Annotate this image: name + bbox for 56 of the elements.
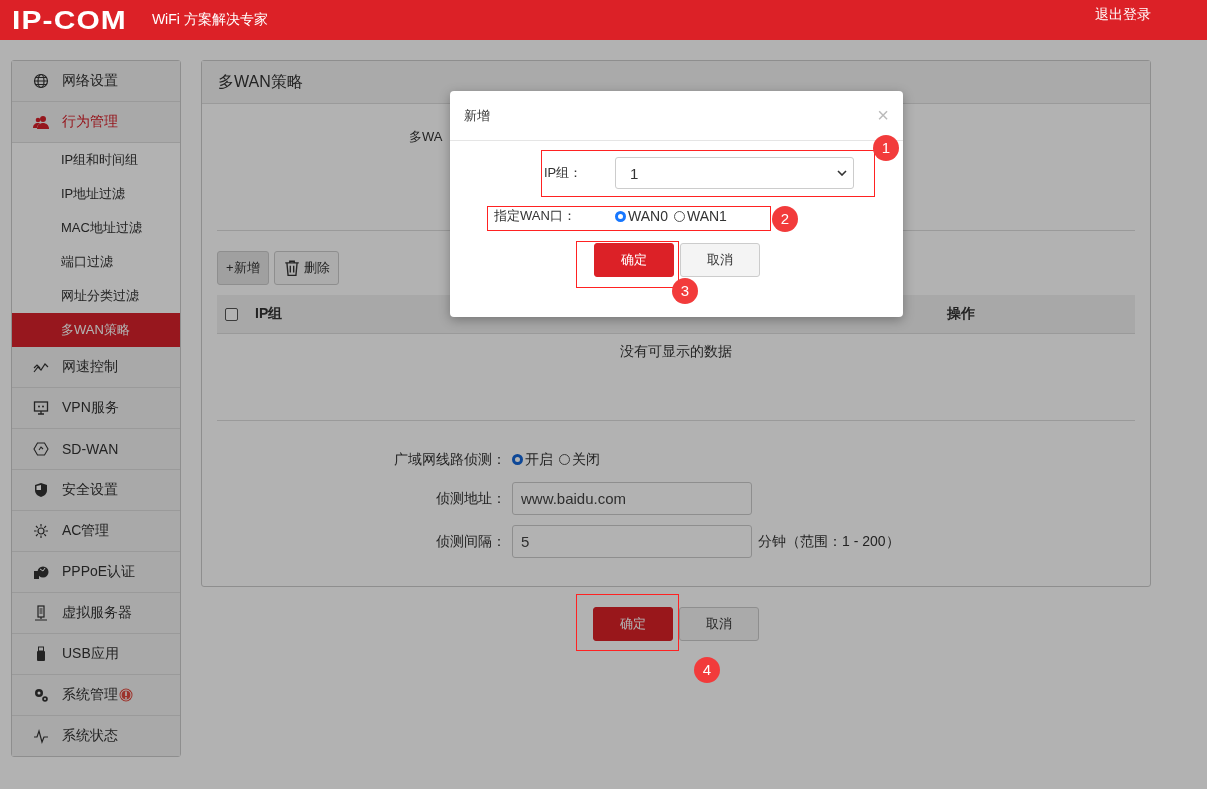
interval-field[interactable]: 5	[512, 525, 752, 558]
nav-item[interactable]: AC管理	[12, 511, 180, 552]
nav-item[interactable]: 系统管理	[12, 675, 180, 716]
nav-item[interactable]: PPPoE认证	[12, 552, 180, 593]
field-label: IP组：	[544, 164, 584, 182]
confirm-button[interactable]: 确定	[593, 607, 673, 641]
users-icon	[33, 114, 49, 130]
cancel-button[interactable]: 取消	[679, 607, 759, 641]
nav-item[interactable]: 网络设置	[12, 61, 180, 102]
nav-item[interactable]: USB应用	[12, 634, 180, 675]
hexagon-icon	[33, 441, 49, 457]
radio-label: WAN1	[686, 208, 727, 224]
column-header: 操作	[947, 305, 975, 323]
trash-icon	[282, 259, 301, 277]
field-label: 广域网线路侦测：	[393, 450, 507, 469]
dialog-title: 新增	[464, 106, 490, 125]
field-label: 侦测地址：	[435, 489, 507, 508]
select-all-checkbox[interactable]	[225, 307, 238, 321]
field-label: 侦测间隔：	[435, 532, 507, 551]
tagline: WiFi 方案解决专家	[151, 11, 268, 29]
setting-label: 多WA	[409, 128, 443, 146]
nav-item[interactable]: SD-WAN	[12, 429, 180, 470]
delete-button[interactable]: 删除	[273, 251, 339, 285]
chevron-down-icon	[837, 170, 847, 176]
nav-item[interactable]: 虚拟服务器	[12, 593, 180, 634]
nav-item[interactable]: 行为管理	[12, 102, 180, 143]
column-header: IP组	[255, 305, 283, 323]
radio-label: 关闭	[572, 450, 600, 469]
sub-nav-item[interactable]: 多WAN策略	[12, 313, 180, 347]
server-icon	[33, 605, 49, 621]
radio-button[interactable]	[559, 454, 570, 465]
cancel-button[interactable]: 取消	[680, 243, 760, 277]
radio-button[interactable]	[615, 210, 626, 222]
nav-item[interactable]: 安全设置	[12, 470, 180, 511]
radio-button[interactable]	[512, 454, 523, 465]
nav-item[interactable]: VPN服务	[12, 388, 180, 429]
monitor-icon	[33, 400, 49, 416]
empty-message: 没有可显示的数据	[619, 342, 733, 361]
logo: IP-COM	[12, 4, 127, 36]
confirm-button[interactable]: 确定	[594, 243, 674, 277]
logout-link[interactable]: 退出登录	[1095, 6, 1151, 24]
unit-hint: 分钟（范围：1 - 200）	[758, 532, 900, 551]
radio-label: WAN0	[628, 208, 668, 224]
globe-icon	[33, 73, 49, 89]
ip-group-select[interactable]: 1	[615, 157, 854, 189]
address-field[interactable]: www.baidu.com	[512, 482, 752, 515]
step-number: 4	[694, 657, 720, 683]
nav-item[interactable]: 系统状态	[12, 716, 180, 756]
radio-button[interactable]	[673, 210, 685, 222]
field-label: 指定WAN口：	[494, 207, 577, 225]
nav-item[interactable]: 网速控制	[12, 347, 180, 388]
radio-label: 开启	[525, 450, 553, 469]
gears-icon	[33, 687, 49, 703]
pulse-icon	[33, 728, 49, 744]
shield-icon	[33, 482, 49, 498]
add-button[interactable]: +新增	[217, 251, 269, 285]
